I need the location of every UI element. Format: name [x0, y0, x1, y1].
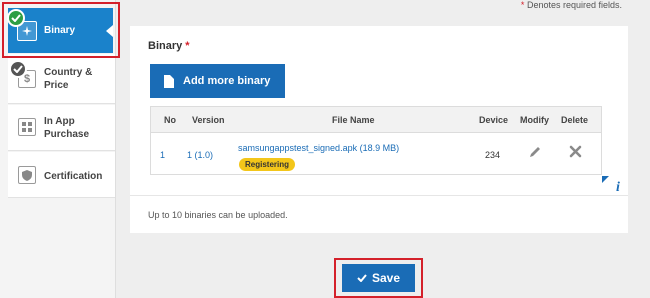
delete-icon[interactable] — [569, 145, 582, 160]
sidebar-item-label: In App Purchase — [44, 116, 90, 140]
svg-text:i: i — [616, 180, 620, 194]
add-more-binary-button[interactable]: Add more binary — [150, 64, 285, 98]
shield-icon — [18, 166, 36, 184]
col-file-name: File Name — [332, 115, 375, 125]
binary-panel: Binary * Add more binary No Version File … — [130, 26, 628, 233]
col-modify: Modify — [520, 115, 549, 125]
save-button[interactable]: Save — [342, 264, 415, 292]
sidebar-item-in-app-purchase[interactable]: In App Purchase — [8, 105, 115, 151]
row-file-link[interactable]: samsungappstest_signed.apk (18.9 MB) — [238, 143, 399, 153]
row-version: 1 (1.0) — [187, 150, 214, 160]
required-note: * Denotes required fields. — [520, 0, 622, 10]
pencil-icon[interactable] — [528, 145, 542, 161]
status-badge: Registering — [239, 158, 296, 171]
sidebar-item-label: Country & Price — [44, 67, 93, 91]
upload-limit-note: Up to 10 binaries can be uploaded. — [148, 210, 288, 220]
table-row: 1 1 (1.0) samsungappstest_signed.apk (18… — [151, 133, 601, 174]
panel-title: Binary * — [148, 40, 190, 52]
divider — [130, 195, 628, 196]
binary-table: No Version File Name Device Modify Delet… — [150, 106, 602, 175]
col-device: Device — [479, 115, 509, 125]
sidebar-item-label: Binary — [44, 25, 76, 36]
checked-icon — [9, 60, 27, 78]
in-app-icon — [18, 118, 36, 136]
info-icon[interactable]: i — [602, 176, 626, 195]
sidebar: Binary $ Country & Price In App Purchase… — [0, 0, 116, 298]
row-device: 234 — [485, 150, 501, 160]
sidebar-item-label: Certification — [44, 171, 103, 182]
sidebar-item-certification[interactable]: Certification — [8, 152, 115, 198]
table-header: No Version File Name Device Modify Delet… — [151, 107, 601, 133]
active-indicator — [106, 25, 113, 37]
col-version: Version — [192, 115, 225, 125]
col-no: No — [164, 115, 176, 125]
completed-check-icon — [7, 9, 25, 27]
document-icon — [164, 74, 174, 88]
col-delete: Delete — [561, 115, 589, 125]
row-no: 1 — [160, 150, 166, 160]
check-icon — [357, 274, 367, 282]
